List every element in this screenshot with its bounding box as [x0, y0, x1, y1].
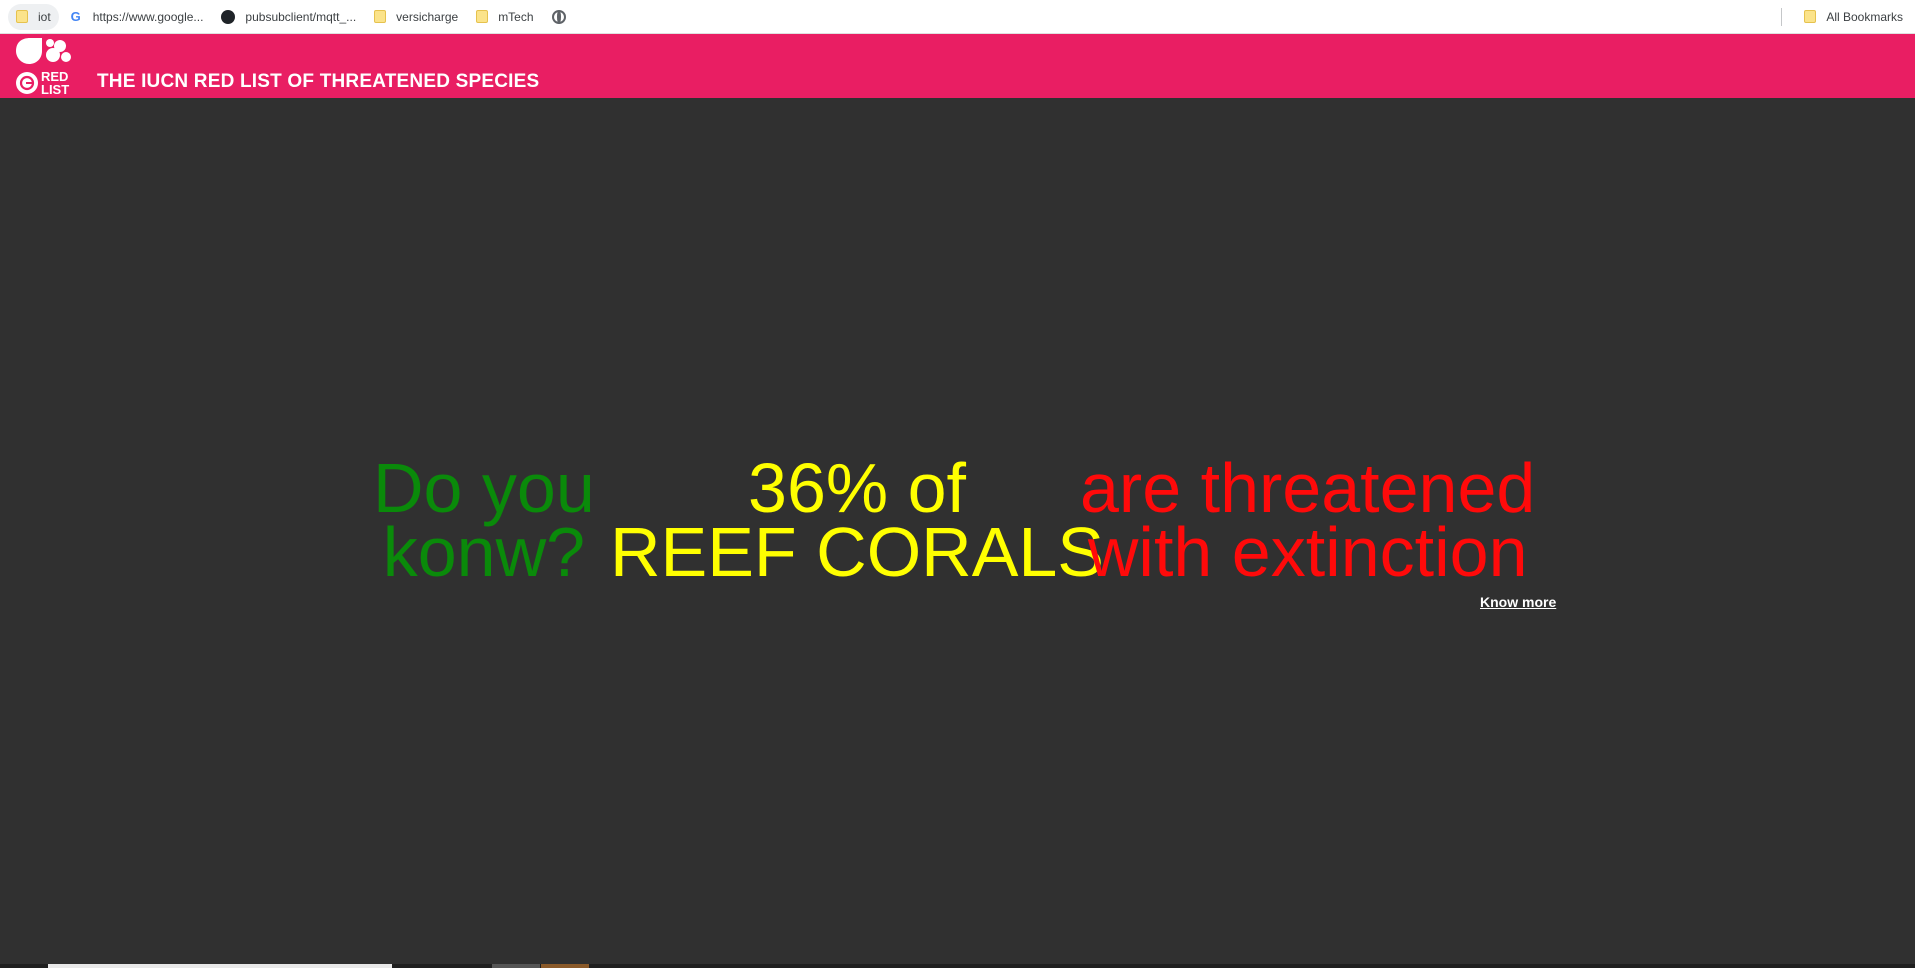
taskbar-item[interactable] [492, 964, 540, 968]
bookmark-pubsubclient[interactable]: pubsubclient/mqtt_... [213, 4, 364, 30]
all-bookmarks-button[interactable]: All Bookmarks [1796, 4, 1911, 30]
taskbar-item[interactable] [48, 964, 392, 968]
red-list-logo[interactable]: RED LIST [14, 37, 80, 97]
folder-icon [476, 10, 489, 23]
hero-threat-line2: with extinction [1087, 513, 1528, 591]
taskbar-strip [0, 964, 1915, 968]
bookmark-label: pubsubclient/mqtt_... [245, 9, 357, 24]
bookmark-mtech[interactable]: mTech [468, 4, 541, 30]
svg-text:LIST: LIST [41, 82, 69, 95]
hero-threat-line1: are threatened [1080, 449, 1536, 527]
bookmarks-separator [1781, 7, 1783, 26]
hero-question-line1: Do you [373, 449, 595, 527]
bookmark-label: mTech [498, 9, 534, 24]
site-header: RED LIST THE IUCN RED LIST OF THREATENED… [0, 34, 1915, 98]
bookmark-label: iot [38, 9, 51, 24]
hero-statistic-line2: REEF CORALS [610, 513, 1104, 591]
bookmark-iot[interactable]: iot [8, 3, 59, 30]
github-icon [221, 9, 236, 24]
all-bookmarks-label: All Bookmarks [1826, 9, 1903, 24]
hero-statistic: 36% of REEF CORALS [610, 449, 1104, 591]
bookmark-label: versicharge [396, 9, 459, 24]
google-icon: G [70, 8, 81, 24]
hero-statistic-line1: 36% of [748, 449, 966, 527]
bookmarks-bar: iot G https://www.google... pubsubclient… [0, 0, 1915, 34]
hero-question-line2: konw? [382, 513, 586, 591]
site-title: THE IUCN RED LIST OF THREATENED SPECIES [97, 71, 540, 92]
folder-icon [1804, 10, 1817, 23]
bookmark-globe[interactable] [544, 4, 584, 30]
hero-question: Do you konw? [373, 449, 595, 591]
bookmark-versicharge[interactable]: versicharge [366, 4, 466, 30]
bookmark-label: https://www.google... [92, 9, 204, 24]
taskbar-item[interactable] [541, 964, 589, 968]
hero-threat: are threatened with extinction [1080, 449, 1536, 591]
bookmark-google[interactable]: G https://www.google... [61, 4, 212, 30]
globe-icon [551, 9, 566, 24]
folder-icon [16, 10, 28, 23]
know-more-link[interactable]: Know more [1480, 594, 1556, 610]
folder-icon [374, 10, 387, 23]
